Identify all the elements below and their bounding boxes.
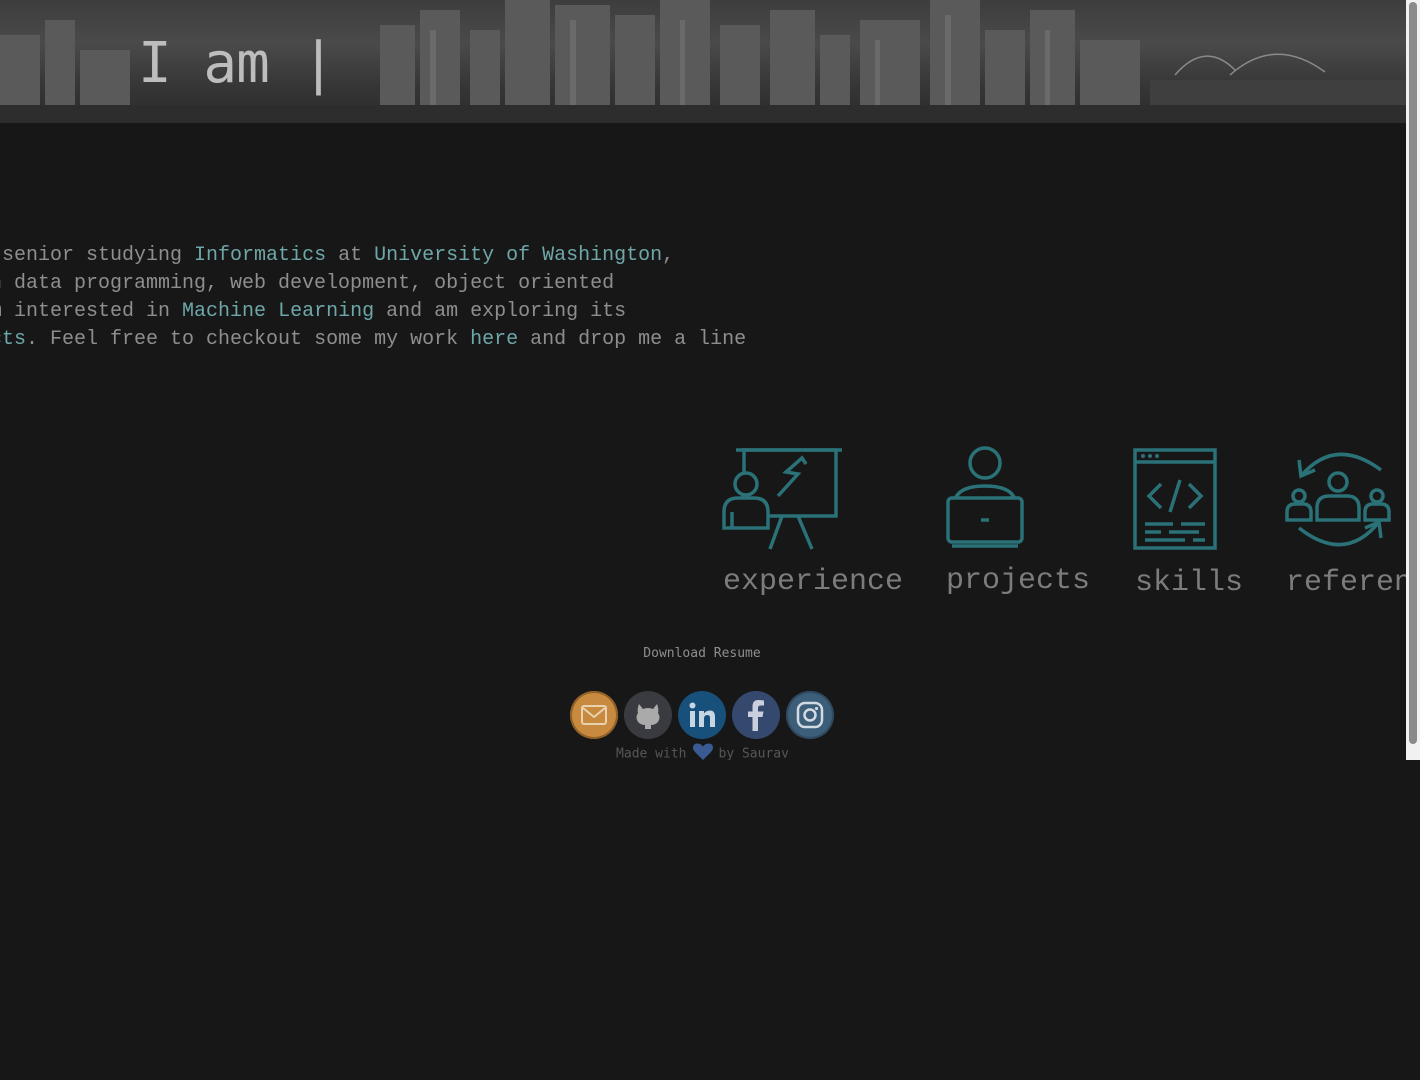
nav-label-references: references: [1286, 566, 1420, 600]
heart-icon: [692, 743, 713, 760]
nav-references[interactable]: references: [1285, 446, 1420, 600]
nav-label-skills: skills: [1135, 566, 1244, 600]
scrollbar-thumb[interactable]: [1409, 2, 1417, 744]
code-window-icon: [1133, 448, 1217, 550]
section-nav: experience projects skills referen: [0, 0, 1420, 620]
people-cycle-icon: [1285, 452, 1391, 547]
facebook-icon: [748, 700, 764, 731]
mail-icon: [581, 705, 607, 725]
nav-projects[interactable]: projects: [944, 446, 1090, 598]
person-laptop-icon: [946, 446, 1024, 548]
facebook-button[interactable]: [732, 691, 780, 739]
nav-label-projects: projects: [946, 564, 1091, 598]
instagram-icon: [796, 701, 824, 729]
linkedin-icon: [689, 702, 715, 727]
nav-experience[interactable]: experience: [720, 446, 903, 599]
github-icon: [636, 704, 660, 729]
presentation-icon: [722, 448, 842, 550]
linkedin-button[interactable]: [678, 691, 726, 739]
instagram-button[interactable]: [786, 691, 834, 739]
page-viewport: I am | a senior studying Informatics at …: [0, 0, 1420, 760]
download-resume-link[interactable]: Download Resume: [602, 646, 802, 661]
email-button[interactable]: [570, 691, 618, 739]
github-button[interactable]: [624, 691, 672, 739]
footer-credit: Made with by Saurav: [560, 743, 845, 760]
nav-skills[interactable]: skills: [1133, 448, 1243, 600]
nav-label-experience: experience: [723, 565, 904, 599]
